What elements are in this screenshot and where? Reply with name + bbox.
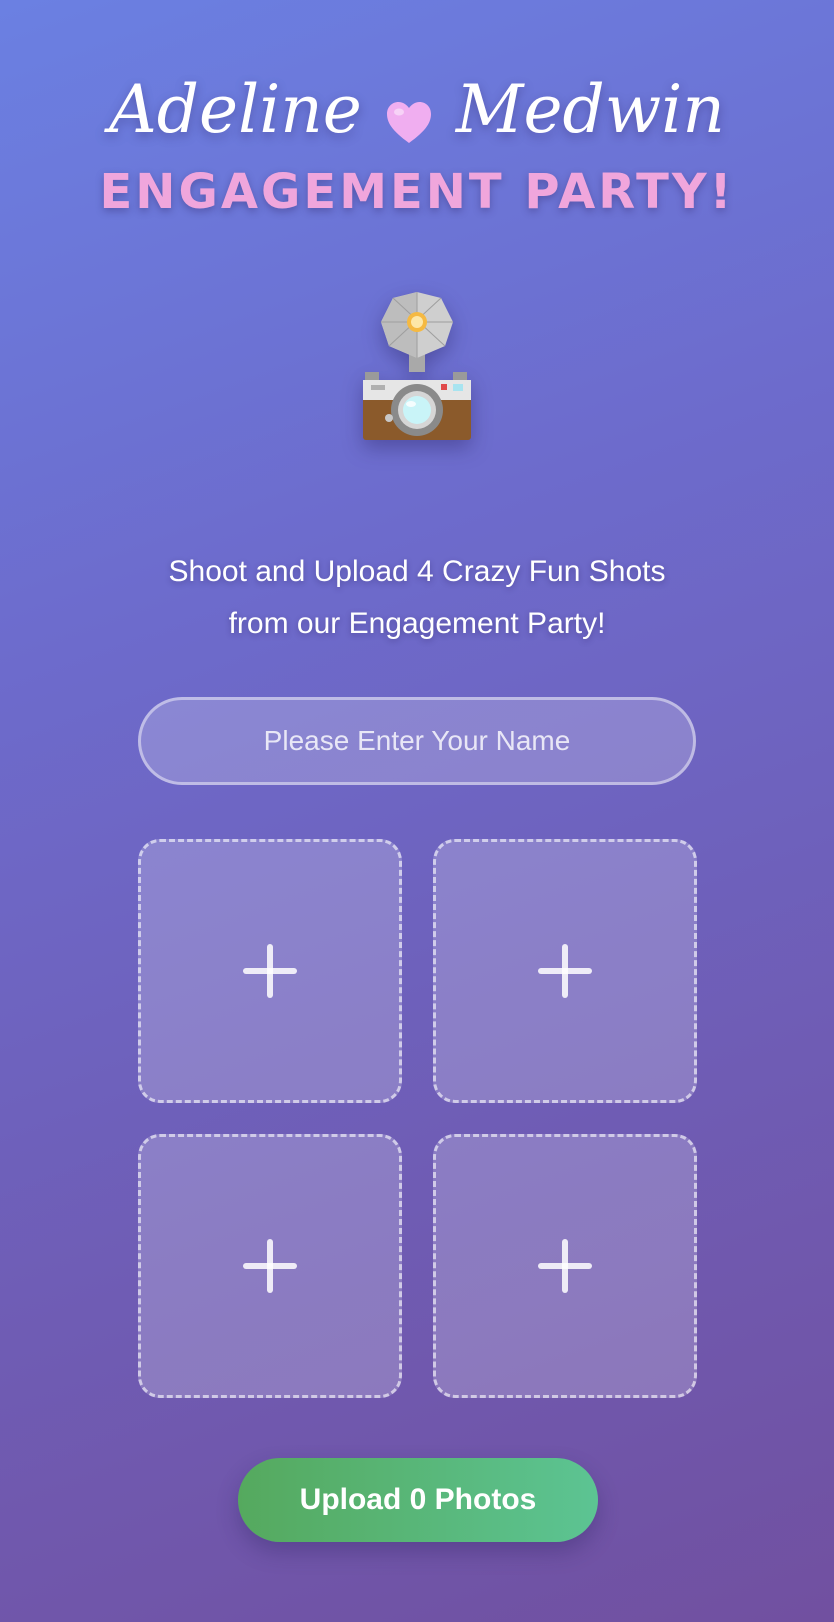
plus-icon: [538, 944, 592, 998]
flash-camera-icon: [361, 288, 473, 444]
name-left: Adeline: [109, 71, 362, 148]
plus-icon: [243, 1239, 297, 1293]
plus-icon: [243, 944, 297, 998]
photo-slot-1[interactable]: [138, 839, 402, 1103]
name-input[interactable]: [138, 697, 696, 785]
couple-title: Adeline Medwin: [0, 70, 834, 150]
heart-icon: [384, 86, 434, 143]
photo-slot-2[interactable]: [433, 839, 697, 1103]
instructions-text: Shoot and Upload 4 Crazy Fun Shots from …: [117, 546, 717, 650]
photo-slot-4[interactable]: [433, 1134, 697, 1398]
plus-icon: [538, 1239, 592, 1293]
event-subtitle: ENGAGEMENT PARTY!: [99, 164, 735, 220]
instructions-line-1: Shoot and Upload 4 Crazy Fun Shots: [168, 555, 666, 588]
upload-photos-button[interactable]: Upload 0 Photos: [238, 1458, 598, 1542]
page: Adeline Medwin ENGAGEMENT PARTY! Shoot a…: [0, 0, 834, 1622]
photo-slot-3[interactable]: [138, 1134, 402, 1398]
instructions-line-2: from our Engagement Party!: [228, 607, 606, 640]
name-right: Medwin: [455, 71, 725, 148]
